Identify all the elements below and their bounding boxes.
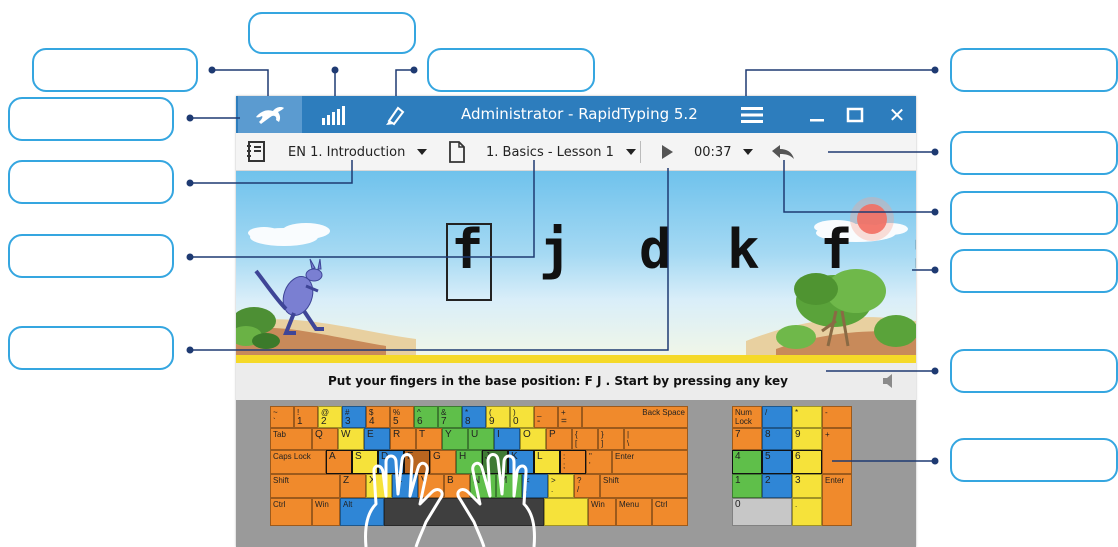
- status-message: Put your fingers in the base position: F…: [328, 374, 788, 388]
- callout-box-tutor: [8, 97, 174, 141]
- exercise-letter: :: [904, 219, 916, 281]
- callout-box-play: [8, 326, 174, 370]
- rapidtyping-window: Administrator - RapidTyping 5.2 ✕ EN 1. …: [236, 96, 916, 547]
- tutor-tab-button[interactable]: [238, 96, 302, 133]
- status-bar: Put your fingers in the base position: F…: [236, 363, 916, 400]
- hands-outline-illustration: [364, 453, 536, 547]
- exercise-letter: f: [820, 218, 853, 281]
- course-label: EN 1. Introduction: [288, 144, 406, 160]
- main-menu-button[interactable]: [733, 96, 771, 133]
- speaker-icon: [883, 374, 892, 388]
- chevron-down-icon: [625, 149, 636, 155]
- timer-dropdown[interactable]: 00:37: [694, 133, 754, 171]
- lesson-dropdown[interactable]: 1. Basics - Lesson 1: [486, 133, 636, 171]
- exercise-letter: j: [539, 218, 572, 281]
- minimize-icon: [810, 118, 824, 121]
- maximize-button[interactable]: [838, 96, 872, 133]
- exercise-text: f j d k f :: [236, 171, 916, 355]
- chevron-down-icon: [417, 149, 428, 155]
- pen-editor-icon: [386, 106, 405, 125]
- undo-button[interactable]: [770, 133, 796, 171]
- callout-box-undo: [950, 191, 1118, 235]
- exercise-letter: k: [727, 218, 760, 281]
- play-icon: [662, 145, 673, 159]
- close-icon: ✕: [888, 102, 906, 127]
- statistics-bars-icon: [322, 105, 345, 125]
- sound-toggle-button[interactable]: [882, 373, 898, 392]
- course-book-icon: [247, 141, 265, 162]
- callout-box-course: [8, 160, 174, 204]
- undo-arrow-icon: [772, 145, 794, 159]
- chevron-down-icon: [743, 149, 754, 155]
- window-title: Administrator - RapidTyping 5.2: [461, 105, 698, 123]
- lesson-page-icon: [449, 141, 465, 163]
- course-book-button[interactable]: [246, 133, 266, 171]
- play-button[interactable]: [660, 133, 674, 171]
- status-divider: [236, 355, 916, 363]
- callout-box-keyboard: [950, 438, 1118, 482]
- lesson-toolbar: EN 1. Introduction 1. Basics - Lesson 1 …: [236, 133, 916, 171]
- maximize-icon: [846, 107, 864, 122]
- statistics-tab-button[interactable]: [302, 96, 364, 133]
- exercise-letter: d: [639, 218, 672, 281]
- screenshot-canvas: Administrator - RapidTyping 5.2 ✕ EN 1. …: [0, 0, 1118, 547]
- lesson-label: 1. Basics - Lesson 1: [486, 144, 614, 160]
- title-bar: Administrator - RapidTyping 5.2 ✕: [236, 96, 916, 133]
- exercise-scene: f j d k f :: [236, 171, 916, 355]
- lesson-page-button[interactable]: [448, 133, 466, 171]
- timer-value: 00:37: [694, 144, 732, 160]
- minimize-button[interactable]: [802, 96, 832, 133]
- callout-box-editor: [427, 48, 595, 92]
- virtual-keyboard: ~ ` ! 1 @2 #3 $4 % 5 ^ 6 & 7 * 8 (9 ) 0 _ - + = B…: [236, 400, 916, 547]
- running-animal-icon: [256, 106, 284, 124]
- callout-box-timer: [950, 131, 1118, 175]
- callout-box-editor-top: [248, 12, 416, 54]
- toolbar-divider: [640, 141, 641, 163]
- exercise-letter: f: [451, 218, 484, 281]
- close-button[interactable]: ✕: [880, 96, 914, 133]
- callout-box-lesson: [8, 234, 174, 278]
- editor-tab-button[interactable]: [364, 96, 426, 133]
- callout-box-status: [950, 349, 1118, 393]
- callout-box-menu: [950, 48, 1118, 92]
- callout-box-tutor-top: [32, 48, 198, 92]
- course-dropdown[interactable]: EN 1. Introduction: [288, 133, 428, 171]
- hamburger-menu-icon: [741, 106, 763, 123]
- callout-box-text: [950, 249, 1118, 293]
